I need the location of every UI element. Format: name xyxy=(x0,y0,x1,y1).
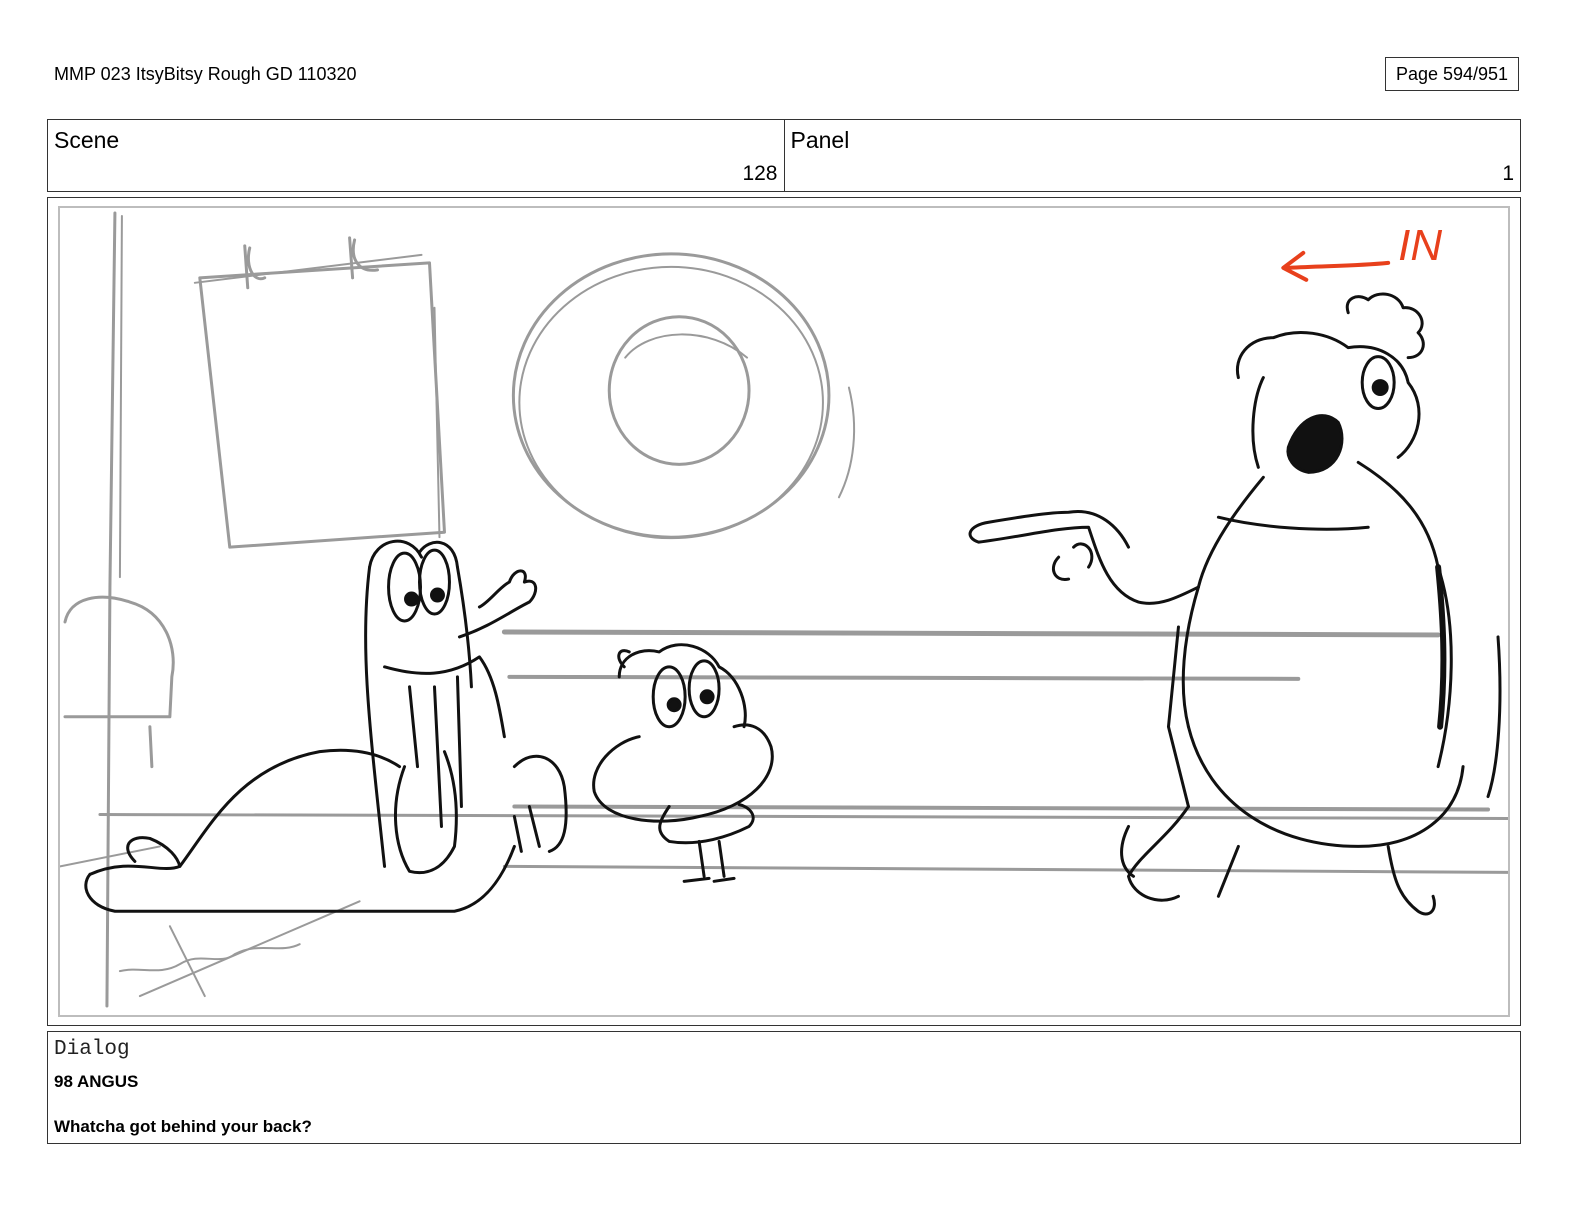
dialog-box: Dialog 98 ANGUS Whatcha got behind your … xyxy=(47,1031,1521,1144)
panel-drawing-area: IN xyxy=(58,206,1510,1017)
left-arrow-icon xyxy=(1281,250,1391,282)
angus-character xyxy=(968,292,1502,916)
scene-cell: Scene 128 xyxy=(48,120,784,191)
scene-number: 128 xyxy=(742,162,778,185)
storyboard-sketch: IN xyxy=(60,211,1508,1008)
dialog-speaker: 98 ANGUS xyxy=(54,1072,139,1091)
document-title: MMP 023 ItsyBitsy Rough GD 110320 xyxy=(54,64,357,84)
dialog-line: Whatcha got behind your back? xyxy=(54,1117,312,1136)
panel-label: Panel xyxy=(790,127,850,153)
scene-panel-header: Scene 128 Panel 1 xyxy=(47,119,1521,192)
small-character xyxy=(592,643,774,883)
direction-label: IN xyxy=(1398,221,1442,270)
scene-label: Scene xyxy=(54,127,120,153)
panel-number: 1 xyxy=(1502,162,1514,185)
dialog-label: Dialog xyxy=(54,1038,130,1061)
walrus-character xyxy=(84,539,568,913)
panel-cell: Panel 1 xyxy=(783,120,1521,191)
direction-annotation xyxy=(1281,250,1391,282)
storyboard-panel: IN xyxy=(47,197,1521,1026)
page-number: Page 594/951 xyxy=(1385,57,1519,91)
